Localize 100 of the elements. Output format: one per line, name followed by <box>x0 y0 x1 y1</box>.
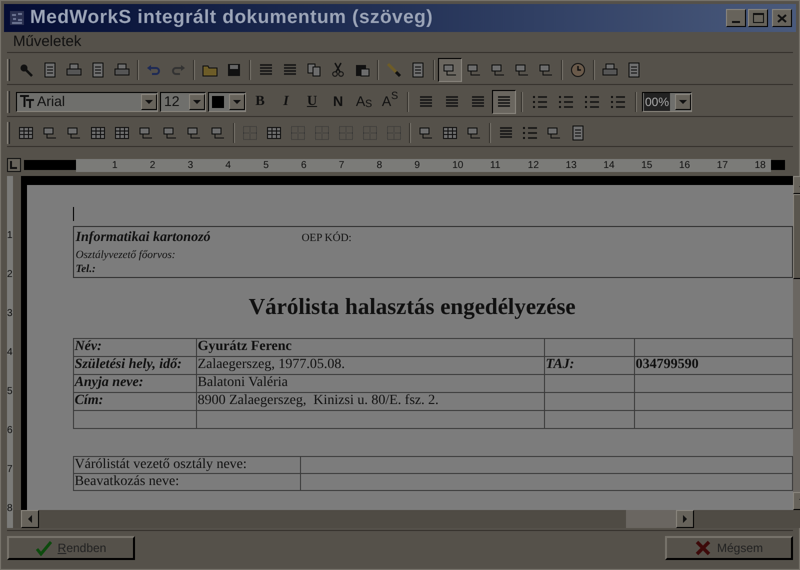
toolbar-grip[interactable] <box>7 58 10 80</box>
font-size-dropdown[interactable]: 12 <box>160 92 206 112</box>
printer-icon <box>114 62 130 78</box>
toolbar-separator <box>521 92 523 112</box>
ruler-mark: 6 <box>301 158 307 172</box>
ruler-mark: 4 <box>225 158 231 172</box>
lines-icon <box>418 94 434 110</box>
ruler-mark: 7 <box>7 463 13 477</box>
dropdown-arrow-icon <box>233 100 241 104</box>
document-icon <box>570 124 586 140</box>
bold-button[interactable]: B <box>248 90 272 114</box>
tab-stop-icon[interactable] <box>7 158 21 172</box>
dropdown-arrow-icon <box>145 100 153 104</box>
grid-icon <box>90 124 106 140</box>
lines-icon <box>496 94 512 110</box>
frame-icon <box>42 124 58 140</box>
bullets-icon <box>610 94 626 110</box>
grid-icon <box>266 124 282 140</box>
strikethrough-button[interactable]: N <box>326 90 350 114</box>
bullets-icon <box>522 124 538 140</box>
field-label: Anyja neve: <box>73 374 196 392</box>
subscript-button[interactable]: A$_{S}$ <box>352 90 376 114</box>
field-value: 8900 Zalaegerszeg, Kinizsi u. 80/E. fsz. 2. <box>196 392 544 410</box>
ruler-mark: 5 <box>7 385 13 399</box>
grid-icon <box>114 124 130 140</box>
lines-icon <box>470 94 486 110</box>
bullets-icon <box>532 94 548 110</box>
ruler-mark: 2 <box>150 158 156 172</box>
scroll-right-button[interactable] <box>676 510 694 528</box>
maximize-button[interactable] <box>748 9 768 27</box>
frame-icon <box>162 124 178 140</box>
lines-icon <box>258 62 274 78</box>
underline-button[interactable]: U <box>300 90 324 114</box>
frame-icon <box>514 62 530 78</box>
scroll-thumb[interactable] <box>626 510 676 528</box>
toolbar-button[interactable] <box>438 58 462 82</box>
ruler-mark: 7 <box>338 158 344 172</box>
font-type-icon <box>19 94 35 110</box>
ruler-margin <box>771 160 785 170</box>
ruler-mark: 13 <box>566 158 577 172</box>
printer-icon <box>602 62 618 78</box>
minimize-icon <box>732 21 740 23</box>
checkmark-icon <box>36 540 52 556</box>
dotgrid-icon <box>338 124 354 140</box>
toolbar-separator <box>137 60 139 80</box>
field-label: TAJ: <box>544 356 634 374</box>
superscript-button[interactable]: A$^{S}$ <box>378 90 402 114</box>
toolbar-grip[interactable] <box>7 90 10 112</box>
ruler-mark: 8 <box>7 502 13 516</box>
toolbar-grip[interactable] <box>7 122 10 144</box>
toolbar-separator <box>377 60 379 80</box>
ruler-mark: 14 <box>603 158 615 172</box>
magnifier-icon <box>18 62 34 78</box>
field-value: Balatoni Valéria <box>196 374 544 392</box>
ruler-mark: 10 <box>452 158 464 172</box>
menu-item[interactable]: Műveletek <box>11 30 84 54</box>
toolbar-separator <box>489 122 491 142</box>
ruler-mark: 1 <box>7 229 13 243</box>
frame-icon <box>538 62 554 78</box>
lines-icon <box>282 62 298 78</box>
organization-name: Informatikai kartonozó <box>76 229 212 247</box>
phone-label: Tel.: <box>76 263 97 276</box>
frame-icon <box>210 124 226 140</box>
app-icon <box>8 9 26 27</box>
ruler-mark: 3 <box>188 158 194 172</box>
lines-icon <box>498 124 514 140</box>
scissors-icon <box>330 62 346 78</box>
grid-icon <box>18 124 34 140</box>
ruler-mark: 11 <box>490 158 500 172</box>
bullets-icon <box>584 94 600 110</box>
ruler-mark: 15 <box>641 158 652 172</box>
ruler-mark: 6 <box>7 424 13 438</box>
ruler-margin <box>24 160 76 170</box>
font-dropdown[interactable]: Arial <box>16 92 158 112</box>
italic-button[interactable]: I <box>274 90 298 114</box>
field-label: Várólistát vezető osztály neve: <box>73 456 300 473</box>
brush-icon <box>386 62 402 78</box>
close-button[interactable] <box>772 9 792 27</box>
frame-icon <box>418 124 434 140</box>
toolbar-separator <box>433 60 435 80</box>
ruler-mark: 5 <box>263 158 269 172</box>
oep-code-label: OEP KÓD: <box>302 230 352 246</box>
text-color-dropdown[interactable] <box>208 92 246 112</box>
dotgrid-icon <box>242 124 258 140</box>
left-arrow-icon <box>28 515 32 523</box>
frame-icon <box>546 124 562 140</box>
frame-icon <box>466 62 482 78</box>
scroll-left-button[interactable] <box>20 510 39 528</box>
ruler-mark: 17 <box>716 158 728 172</box>
grid-icon <box>442 124 458 140</box>
minimize-button[interactable] <box>726 9 746 27</box>
maximize-icon <box>752 13 764 23</box>
zoom-dropdown[interactable]: 00% <box>642 92 692 112</box>
field-value: 034799590 <box>634 356 792 374</box>
frame-icon <box>442 62 458 78</box>
toolbar-separator <box>593 60 595 80</box>
align-button[interactable] <box>492 90 516 114</box>
document-icon <box>90 62 106 78</box>
field-label: Cím: <box>73 392 196 410</box>
dotgrid-icon <box>314 124 330 140</box>
